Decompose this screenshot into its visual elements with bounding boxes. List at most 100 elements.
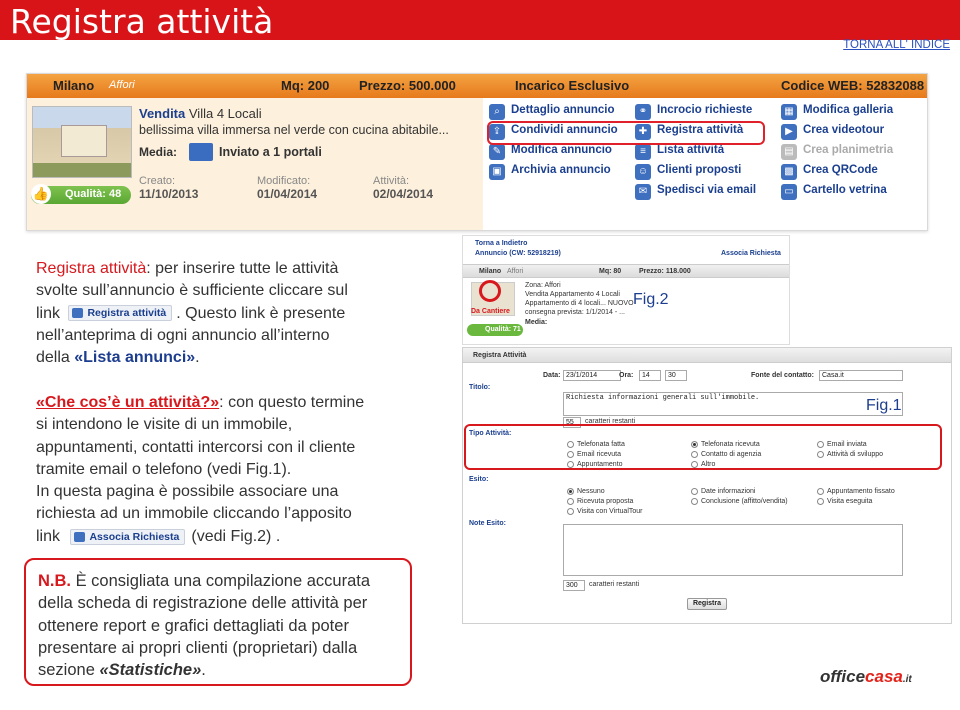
radio-visita-virtualtour[interactable] [567,508,574,515]
menu-cartello-vetrina[interactable]: ▭ Cartello vetrina [781,184,887,202]
fig2-caption: Fig.2 [633,291,669,308]
media-icon [189,143,213,161]
card-code: Codice WEB: 52832088 [781,78,925,93]
radio-ricevuta-proposta[interactable] [567,498,574,505]
edit-icon: ✎ [489,144,505,160]
fig2-quality: Qualità: 71 [467,324,523,336]
fig1-fonte-label: Fonte del contatto: [751,372,814,379]
clients-icon: ☺ [635,164,651,180]
label-date-informazioni: Date informazioni [701,488,756,495]
fig2-city: Milano [479,268,502,275]
fig1-note-textarea[interactable] [563,524,903,576]
fig2-associa-richiesta[interactable]: Associa Richiesta [721,250,781,257]
card-media-label: Media: [139,145,178,159]
sign-icon: ▭ [781,184,797,200]
menu-crea-planimetria[interactable]: ▤ Crea planimetria [781,144,893,162]
label-visita-eseguita: Visita eseguita [827,498,873,505]
fig2-back-link[interactable]: Torna a Indietro [475,240,527,247]
property-photo[interactable] [32,106,132,178]
fig1-header: Registra Attività [473,352,527,359]
fig2-media: Media: [525,319,548,326]
fig1-note-counter: 300 [563,580,585,591]
associa-richiesta-mini-button[interactable]: Associa Richiesta [70,528,186,545]
video-icon: ▶ [781,124,797,140]
radio-conclusione[interactable] [691,498,698,505]
paragraph-2: «Che cos’è un attività?»: con questo ter… [36,394,365,545]
menu-crea-videotour[interactable]: ▶ Crea videotour [781,124,884,142]
fig1-note-chars-label: caratteri restanti [589,581,640,588]
officecasa-logo: officecasa.it [820,667,912,686]
fig2-price: Prezzo: 118.000 [639,268,691,275]
people-icon: ⚭ [635,104,651,120]
menu-archivia-annuncio[interactable]: ▣ Archivia annuncio [489,164,611,182]
radio-appuntamento-fissato[interactable] [817,488,824,495]
menu-clienti-proposti[interactable]: ☺ Clienti proposti [635,164,741,182]
fig2-desc: Appartamento di 4 locali... NUOVO [525,300,634,307]
header-bar: Registra attività [0,0,960,41]
highlight-registra-attivita [487,121,765,145]
fig2-screenshot: Torna a Indietro Annuncio (CW: 52918219)… [462,235,790,345]
radio-nessuno[interactable] [567,488,574,495]
label-visita-virtualtour: Visita con VirtualTour [577,508,643,515]
card-price: Prezzo: 500.000 [359,78,456,93]
fig1-title-label: Titolo: [469,384,491,391]
registra-attivita-mini-button[interactable]: Registra attività [68,305,173,322]
fig2-location-marker-icon [479,280,501,302]
fig1-ora-label: Ora: [619,372,634,379]
fig2-sale: Vendita Appartamento 4 Locali [525,291,620,298]
fig1-minute-select[interactable]: 30 [665,370,687,381]
menu-incrocio-richieste[interactable]: ⚭ Incrocio richieste [635,104,752,122]
modified-date: 01/04/2014 [257,187,318,201]
card-title: Vendita Villa 4 Locali [139,106,262,121]
search-icon: ⌕ [489,104,505,120]
card-description: bellissima villa immersa nel verde con c… [139,123,449,137]
paragraph-1: Registra attività: per inserire tutte le… [36,260,348,367]
property-card: Milano Affori Mq: 200 Prezzo: 500.000 In… [26,73,928,231]
fig1-fonte-select[interactable]: Casa.it [819,370,903,381]
fig2-category: Affori [507,268,524,275]
menu-crea-qrcode[interactable]: ▩ Crea QRCode [781,164,878,182]
fig1-title-textarea[interactable]: Richiesta informazioni generali sull'imm… [563,392,903,416]
fig1-screenshot: Registra Attività Titolo: Data: 23/1/201… [462,347,952,624]
qrcode-icon: ▩ [781,164,797,180]
fig1-registra-button[interactable]: Registra [687,598,727,610]
quality-badge: 👍 Qualità: 48 [31,184,131,204]
card-category: Affori [109,79,135,91]
fig1-data-label: Data: [543,372,561,379]
menu-modifica-annuncio[interactable]: ✎ Modifica annuncio [489,144,612,162]
floorplan-icon: ▤ [781,144,797,160]
thumbs-up-icon: 👍 [31,184,51,204]
fig1-caption: Fig.1 [866,397,902,414]
note-text: N.B. È consigliata una compilazione accu… [38,572,371,680]
label-ricevuta-proposta: Ricevuta proposta [577,498,634,505]
card-top-bar: Milano Affori Mq: 200 Prezzo: 500.000 In… [27,74,927,98]
back-to-index-link[interactable]: TORNA ALL' INDICE [843,39,950,51]
created-label: Creato: [139,175,176,187]
list-icon: ≡ [635,144,651,160]
radio-date-informazioni[interactable] [691,488,698,495]
label-appuntamento-fissato: Appuntamento fissato [827,488,895,495]
activity-label: Attività: [373,175,410,187]
menu-dettaglio-annuncio[interactable]: ⌕ Dettaglio annuncio [489,104,615,122]
menu-lista-attivita[interactable]: ≡ Lista attività [635,144,724,162]
gallery-icon: ▦ [781,104,797,120]
card-mq: Mq: 200 [281,78,330,93]
modified-label: Modificato: [257,175,311,187]
fig1-hour-select[interactable]: 14 [639,370,661,381]
fig2-badge: Da Cantiere [471,308,510,315]
activity-date: 02/04/2014 [373,187,434,201]
menu-spedisci-email[interactable]: ✉ Spedisci via email [635,184,756,202]
label-conclusione: Conclusione (affitto/vendita) [701,498,788,505]
sent-portals[interactable]: Inviato a 1 portali [219,145,322,159]
email-icon: ✉ [635,184,651,200]
fig2-zone: Zona: Affori [525,282,561,289]
page-title: Registra attività [10,2,274,41]
fig1-date-input[interactable]: 23/1/2014 [563,370,621,381]
menu-modifica-galleria[interactable]: ▦ Modifica galleria [781,104,893,122]
fig2-ad-code: Annuncio (CW: 52918219) [475,250,561,257]
fig1-note-label: Note Esito: [469,520,506,527]
radio-visita-eseguita[interactable] [817,498,824,505]
highlight-tipo-attivita [464,424,942,470]
fig1-header-bar [463,348,951,363]
fig2-mq: Mq: 80 [599,268,622,275]
